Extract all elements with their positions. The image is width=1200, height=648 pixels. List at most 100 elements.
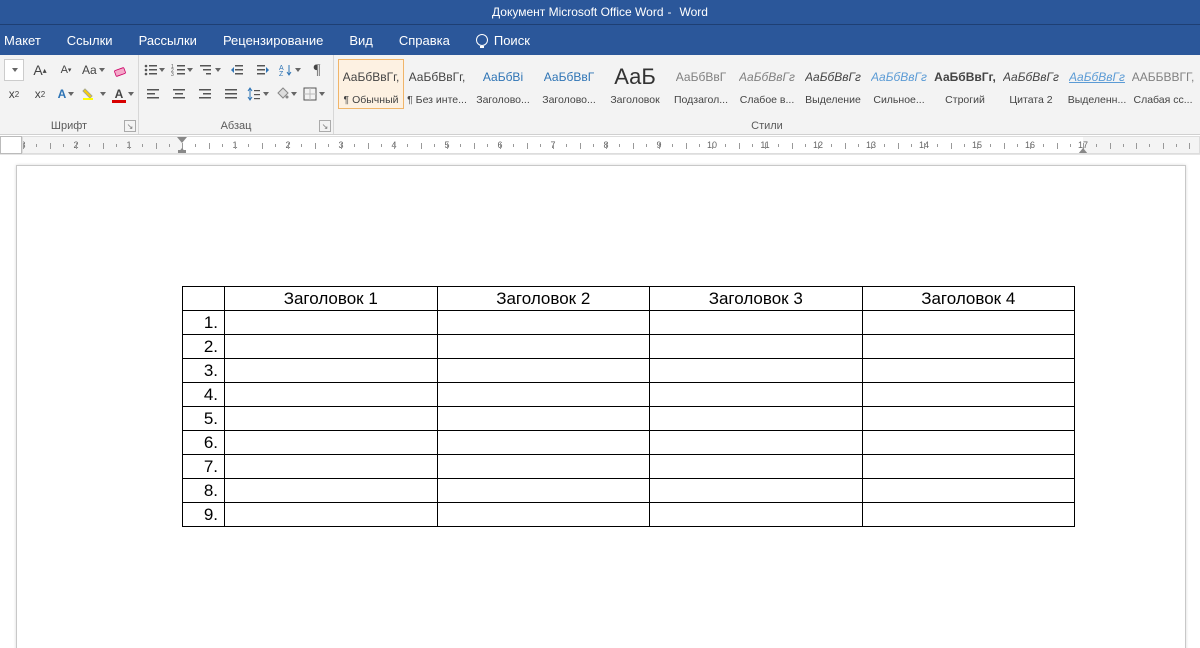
table-header-cell[interactable]	[183, 287, 225, 311]
tab-references[interactable]: Ссылки	[67, 33, 113, 48]
table-cell[interactable]	[650, 359, 863, 383]
align-justify-button[interactable]	[221, 83, 241, 105]
tab-view[interactable]: Вид	[349, 33, 373, 48]
shrink-font-button[interactable]: A▾	[56, 59, 76, 81]
row-number-cell[interactable]: 5.	[183, 407, 225, 431]
table-cell[interactable]	[437, 503, 650, 527]
highlight-button[interactable]	[82, 83, 106, 105]
increase-indent-button[interactable]	[253, 59, 273, 81]
table-cell[interactable]	[225, 383, 438, 407]
table-cell[interactable]	[225, 335, 438, 359]
ruler[interactable]: 3211234567891011121314151617	[0, 135, 1200, 155]
table-header-cell[interactable]: Заголовок 2	[437, 287, 650, 311]
subscript-button[interactable]: x2	[4, 83, 24, 105]
style-item[interactable]: АаБбВвГЗаголово...	[536, 59, 602, 109]
table-cell[interactable]	[650, 455, 863, 479]
table-cell[interactable]	[650, 431, 863, 455]
line-spacing-button[interactable]	[247, 83, 269, 105]
table-cell[interactable]	[862, 335, 1075, 359]
row-number-cell[interactable]: 9.	[183, 503, 225, 527]
tell-me-search[interactable]: Поиск	[476, 33, 530, 48]
table-row[interactable]: 5.	[183, 407, 1075, 431]
tab-mailings[interactable]: Рассылки	[139, 33, 197, 48]
row-number-cell[interactable]: 7.	[183, 455, 225, 479]
table-row[interactable]: 6.	[183, 431, 1075, 455]
table-cell[interactable]	[862, 479, 1075, 503]
style-item[interactable]: АаБбВвГг,¶ Без инте...	[404, 59, 470, 109]
style-item[interactable]: АаБбВвГПодзагол...	[668, 59, 734, 109]
multilevel-list-button[interactable]	[199, 59, 221, 81]
table-cell[interactable]	[862, 455, 1075, 479]
style-item[interactable]: АаБбВвГгВыделение	[800, 59, 866, 109]
change-case-button[interactable]: Aa	[82, 59, 105, 81]
table-cell[interactable]	[225, 407, 438, 431]
font-picker[interactable]	[4, 59, 24, 81]
row-number-cell[interactable]: 2.	[183, 335, 225, 359]
table-cell[interactable]	[225, 431, 438, 455]
font-color-button[interactable]: A	[112, 83, 134, 105]
superscript-button[interactable]: x2	[30, 83, 50, 105]
font-dialog-launcher[interactable]: ↘	[124, 120, 136, 132]
style-item[interactable]: АаБбВвГг,Строгий	[932, 59, 998, 109]
table-cell[interactable]	[225, 455, 438, 479]
table-cell[interactable]	[650, 407, 863, 431]
table-cell[interactable]	[862, 359, 1075, 383]
row-number-cell[interactable]: 3.	[183, 359, 225, 383]
table-cell[interactable]	[437, 359, 650, 383]
style-item[interactable]: АаБбВвГгЦитата 2	[998, 59, 1064, 109]
table-row[interactable]: 7.	[183, 455, 1075, 479]
style-item[interactable]: ААББВВГГ,Слабая сс...	[1130, 59, 1196, 109]
table-cell[interactable]	[437, 431, 650, 455]
table-cell[interactable]	[862, 407, 1075, 431]
align-center-button[interactable]	[169, 83, 189, 105]
page[interactable]: Заголовок 1 Заголовок 2 Заголовок 3 Заго…	[16, 165, 1186, 648]
table-cell[interactable]	[862, 503, 1075, 527]
row-number-cell[interactable]: 6.	[183, 431, 225, 455]
sort-button[interactable]: AZ	[279, 59, 301, 81]
row-number-cell[interactable]: 8.	[183, 479, 225, 503]
table-row[interactable]: 8.	[183, 479, 1075, 503]
table-cell[interactable]	[437, 407, 650, 431]
table-cell[interactable]	[225, 311, 438, 335]
table-cell[interactable]	[650, 383, 863, 407]
tab-selector[interactable]	[0, 136, 22, 154]
table-row[interactable]: 2.	[183, 335, 1075, 359]
align-right-button[interactable]	[195, 83, 215, 105]
horizontal-ruler[interactable]: 3211234567891011121314151617	[22, 136, 1200, 154]
right-indent-marker[interactable]	[1078, 148, 1088, 154]
table-header-cell[interactable]: Заголовок 4	[862, 287, 1075, 311]
table-row[interactable]: 9.	[183, 503, 1075, 527]
row-number-cell[interactable]: 1.	[183, 311, 225, 335]
table-cell[interactable]	[862, 431, 1075, 455]
table-cell[interactable]	[437, 311, 650, 335]
table-header-row[interactable]: Заголовок 1 Заголовок 2 Заголовок 3 Заго…	[183, 287, 1075, 311]
show-marks-button[interactable]: ¶	[307, 59, 327, 81]
table-cell[interactable]	[437, 455, 650, 479]
left-indent-marker[interactable]	[178, 150, 186, 154]
table-cell[interactable]	[225, 479, 438, 503]
table-header-cell[interactable]: Заголовок 1	[225, 287, 438, 311]
style-item[interactable]: АаБбВвГгСильное...	[866, 59, 932, 109]
document-table[interactable]: Заголовок 1 Заголовок 2 Заголовок 3 Заго…	[182, 286, 1075, 527]
table-cell[interactable]	[437, 479, 650, 503]
tab-help[interactable]: Справка	[399, 33, 450, 48]
text-effects-button[interactable]: A	[56, 83, 76, 105]
numbering-button[interactable]: 123	[171, 59, 193, 81]
table-cell[interactable]	[650, 311, 863, 335]
tab-review[interactable]: Рецензирование	[223, 33, 323, 48]
tab-layout[interactable]: Макет	[4, 33, 41, 48]
style-item[interactable]: АаБбВіЗаголово...	[470, 59, 536, 109]
style-item[interactable]: АаБбВвГгСлабое в...	[734, 59, 800, 109]
grow-font-button[interactable]: A▴	[30, 59, 50, 81]
table-header-cell[interactable]: Заголовок 3	[650, 287, 863, 311]
table-cell[interactable]	[437, 335, 650, 359]
table-cell[interactable]	[225, 359, 438, 383]
paragraph-dialog-launcher[interactable]: ↘	[319, 120, 331, 132]
styles-gallery[interactable]: АаБбВвГг,¶ ОбычныйАаБбВвГг,¶ Без инте...…	[338, 59, 1196, 109]
document-area[interactable]: Заголовок 1 Заголовок 2 Заголовок 3 Заго…	[0, 155, 1200, 648]
shading-button[interactable]	[275, 83, 297, 105]
decrease-indent-button[interactable]	[227, 59, 247, 81]
table-cell[interactable]	[225, 503, 438, 527]
borders-button[interactable]	[303, 83, 325, 105]
style-item[interactable]: АаБбВвГг,¶ Обычный	[338, 59, 404, 109]
